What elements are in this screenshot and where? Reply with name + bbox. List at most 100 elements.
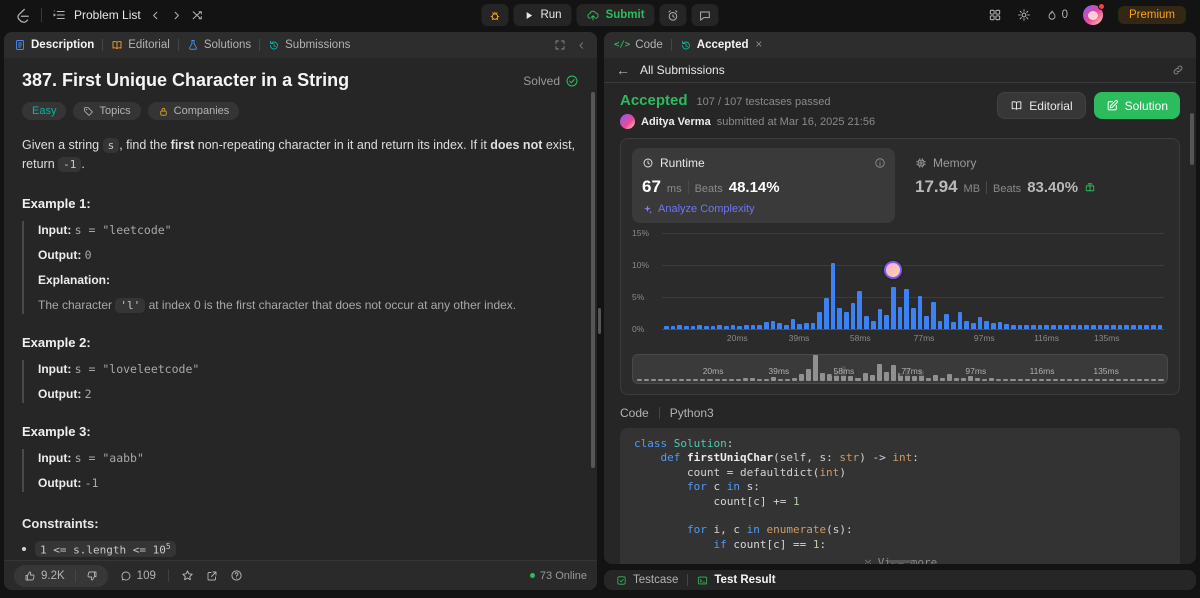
runtime-distribution-chart: 15% 10% 5% 0% 20ms 39ms 58ms 77ms 97ms 116ms 1… <box>632 228 1168 347</box>
problem-statement: Given a string s, find the first non-rep… <box>22 138 576 173</box>
inline-code: s <box>102 138 120 153</box>
question-icon <box>231 570 242 581</box>
problem-list-label: Problem List <box>74 8 141 22</box>
gift-icon <box>1085 183 1095 192</box>
console-bar: Testcase Test Result <box>604 570 1196 590</box>
flame-icon <box>1048 10 1056 20</box>
left-panel-tabs: Description Editorial Solutions Submissi… <box>4 32 597 58</box>
submit-button[interactable]: Submit <box>576 4 655 26</box>
favorite-button[interactable] <box>181 569 194 582</box>
memory-chip-icon <box>916 158 926 168</box>
difficulty-badge[interactable]: Easy <box>22 102 67 120</box>
code-icon: </> <box>614 40 631 50</box>
editorial-book-icon <box>112 41 122 49</box>
solved-status: Solved <box>523 74 579 88</box>
tab-editorial-label: Editorial <box>128 39 170 51</box>
tab-test-result[interactable]: Test Result <box>697 574 776 586</box>
tab-solutions[interactable]: Solutions <box>187 39 251 51</box>
user-submission-marker[interactable] <box>883 260 902 279</box>
comments-count: 109 <box>136 569 156 582</box>
example-2-block: Input: s = "loveleetcode" Output: 2 <box>22 359 579 403</box>
apps-grid-icon[interactable] <box>988 8 1002 22</box>
settings-gear-icon[interactable] <box>1017 8 1031 22</box>
tab-editorial[interactable]: Editorial <box>111 39 170 51</box>
analyze-label: Analyze Complexity <box>658 203 755 215</box>
downvote-button[interactable] <box>76 565 108 587</box>
comment-icon <box>121 571 131 580</box>
thumbs-up-icon <box>25 571 35 580</box>
testcase-check-icon <box>617 575 626 585</box>
tab-submissions[interactable]: Submissions <box>268 39 350 51</box>
problem-list-icon[interactable] <box>52 8 66 22</box>
all-submissions-label[interactable]: All Submissions <box>640 63 725 77</box>
run-label: Run <box>540 9 562 21</box>
back-icon[interactable]: ← <box>616 62 630 78</box>
example-1-block: Input: s = "leetcode" Output: 0 Explanat… <box>22 220 579 314</box>
memory-stat[interactable]: Memory 17.94 MB Beats 83.40% <box>905 148 1168 223</box>
submissions-subheader: ← All Submissions <box>604 58 1196 83</box>
streak-counter[interactable]: 0 <box>1046 9 1068 22</box>
timer-button[interactable] <box>659 4 687 26</box>
solution-label: Solution <box>1124 98 1168 113</box>
author-name: Aditya Verma <box>641 115 711 128</box>
share-button[interactable] <box>206 570 218 582</box>
tab-testcase[interactable]: Testcase <box>616 574 678 586</box>
submission-panel: </> Code Accepted × ← All Submissions Ac… <box>604 32 1196 564</box>
chart-minimap-brush[interactable]: 20ms 39ms 58ms 77ms 97ms 116ms 135ms <box>632 354 1168 384</box>
next-problem-icon[interactable] <box>170 9 183 22</box>
topics-chip[interactable]: Topics <box>73 102 141 120</box>
y-tick: 10% <box>632 260 650 270</box>
constraint-code: 1 <= s.length <= 105 <box>35 540 176 558</box>
thumbs-down-icon <box>87 571 97 580</box>
shuffle-icon[interactable] <box>191 9 204 22</box>
notification-dot <box>1097 3 1105 10</box>
expand-icon[interactable] <box>554 39 566 51</box>
problem-title: 387. First Unique Character in a String <box>22 70 350 90</box>
example-1-heading: Example 1: <box>22 195 91 211</box>
test-result-label: Test Result <box>714 574 776 586</box>
right-scrollbar[interactable] <box>1190 113 1194 165</box>
notes-button[interactable] <box>691 4 719 26</box>
run-button[interactable]: Run <box>513 4 572 26</box>
runtime-stat[interactable]: Runtime 67 ms Beats 48.14% Analyze Compl… <box>632 148 895 223</box>
close-tab-icon[interactable]: × <box>756 39 763 51</box>
companies-label: Companies <box>173 105 230 117</box>
tab-accepted[interactable]: Accepted × <box>680 39 763 51</box>
editorial-button[interactable]: Editorial <box>997 92 1086 119</box>
user-avatar[interactable] <box>1082 3 1105 25</box>
problem-list-link[interactable]: Problem List <box>74 8 141 22</box>
companies-chip[interactable]: Companies <box>147 102 240 120</box>
minimap-labels: 20ms 39ms 58ms 77ms 97ms 116ms 135ms <box>700 366 1121 376</box>
likes-count: 9.2K <box>41 569 65 582</box>
copy-link-icon[interactable] <box>1172 64 1184 76</box>
info-icon[interactable] <box>874 157 886 169</box>
solution-button[interactable]: Solution <box>1093 92 1180 119</box>
panel-resize-handle[interactable] <box>598 308 601 334</box>
console-resize-handle[interactable] <box>888 560 912 563</box>
upvote-button[interactable]: 9.2K <box>14 565 75 587</box>
tab-code[interactable]: </> Code <box>614 39 663 51</box>
debug-button[interactable] <box>481 4 509 26</box>
description-panel: Description Editorial Solutions Submissi… <box>4 32 597 590</box>
description-icon <box>16 40 24 50</box>
analyze-complexity-link[interactable]: Analyze Complexity <box>642 203 885 215</box>
collapse-left-icon[interactable] <box>576 40 587 51</box>
premium-button[interactable]: Premium <box>1117 6 1186 24</box>
tab-accepted-label: Accepted <box>696 39 749 51</box>
tab-description[interactable]: Description <box>14 39 94 51</box>
help-button[interactable] <box>230 569 243 582</box>
comments-button[interactable]: 109 <box>120 570 156 582</box>
code-block[interactable]: class Solution: def firstUniqChar(self, … <box>620 428 1180 564</box>
terminal-icon <box>698 576 708 584</box>
prev-problem-icon[interactable] <box>149 9 162 22</box>
code-section-label: Code <box>620 406 649 420</box>
left-scrollbar[interactable] <box>591 92 595 468</box>
sparkle-icon <box>644 204 653 214</box>
clock-icon <box>643 158 653 168</box>
submission-detail: Accepted 107 / 107 testcases passed Adit… <box>604 83 1196 564</box>
memory-label: Memory <box>933 156 977 170</box>
runtime-value: 67 <box>642 177 661 196</box>
leetcode-logo[interactable] <box>14 7 31 24</box>
tab-submissions-label: Submissions <box>285 39 351 51</box>
code-language[interactable]: Python3 <box>670 406 714 420</box>
